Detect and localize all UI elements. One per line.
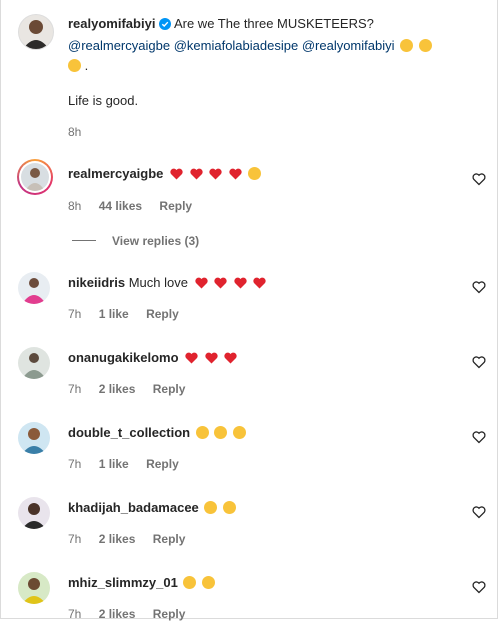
red-heart-icon [234,277,247,292]
like-heart-icon[interactable] [472,505,486,519]
laughing-face-icon [183,576,197,589]
reply-button[interactable]: Reply [159,199,192,213]
red-heart-icon [194,277,208,292]
avatar[interactable] [17,159,53,195]
avatar[interactable] [18,272,50,304]
view-replies-line [72,240,96,241]
mention-link[interactable]: @realmercyaigbe [68,38,170,53]
red-heart-icon [209,168,222,183]
comment-item: mhiz_slimmzy_01 7h 2 likes Reply [0,562,498,621]
comment-item: double_t_collection 7h 1 like Reply [0,412,498,482]
caption-period: . [84,58,89,73]
likes-count[interactable]: 1 like [99,307,129,321]
comment-username[interactable]: khadijah_badamacee [68,500,199,515]
mention-link[interactable]: @kemiafolabiadesipe [174,38,299,53]
comment-time: 7h [68,532,82,546]
avatar[interactable] [18,422,50,454]
post-time: 8h [68,125,82,139]
comment-text: Much love [128,275,188,290]
heart-eyes-face-icon [195,426,209,439]
avatar[interactable] [18,14,54,50]
heart-eyes-face-icon [232,426,246,439]
reply-button[interactable]: Reply [153,607,186,621]
red-heart-icon [224,352,238,367]
reply-button[interactable]: Reply [153,382,186,396]
comment-username[interactable]: realmercyaigbe [68,166,163,181]
reply-button[interactable]: Reply [153,532,186,546]
likes-count[interactable]: 1 like [99,457,129,471]
heart-eyes-face-icon [204,501,218,514]
rofl-emoji [400,39,414,52]
reply-button[interactable]: Reply [146,457,179,471]
comment-item: onanugakikelomo 7h 2 likes Reply [0,337,498,407]
comment-time: 7h [68,307,82,321]
red-heart-icon [253,277,267,292]
like-heart-icon[interactable] [472,355,486,369]
comment-username[interactable]: mhiz_slimmzy_01 [68,575,178,590]
caption-text: Are we The three MUSKETEERS? [173,16,374,31]
comment-item: khadijah_badamacee 7h 2 likes Reply [0,487,498,557]
post-username[interactable]: realyomifabiyi [68,16,155,31]
heart-eyes-face-icon [214,426,228,439]
like-heart-icon[interactable] [472,580,486,594]
verified-badge-icon [159,18,172,33]
comment-item: realmercyaigbe 8h 44 likes Reply View re… [0,150,498,250]
comment-time: 7h [68,382,82,396]
avatar[interactable] [18,572,50,604]
red-heart-icon [205,352,218,367]
reply-button[interactable]: Reply [146,307,179,321]
red-heart-icon [229,168,242,183]
red-heart-icon [185,352,198,367]
like-heart-icon[interactable] [472,430,486,444]
comment-username[interactable]: onanugakikelomo [68,350,179,365]
comment-time: 7h [68,457,82,471]
like-heart-icon[interactable] [472,172,486,186]
comment-username[interactable]: nikeiidris [68,275,125,290]
comment-time: 7h [68,607,82,621]
rofl-emoji [68,59,81,72]
red-heart-icon [190,168,203,183]
comment-item: nikeiidris Much love 7h 1 like Reply [0,262,498,332]
mention-link[interactable]: @realyomifabiyi [302,38,395,53]
heart-eyes-face-icon [223,501,237,514]
likes-count[interactable]: 2 likes [99,532,136,546]
rofl-emoji [418,39,432,52]
red-heart-icon [170,168,183,183]
caption-line: Life is good. [68,93,139,108]
comment-username[interactable]: double_t_collection [68,425,190,440]
laughing-face-icon [247,167,261,180]
view-replies-button[interactable]: View replies (3) [112,234,199,248]
likes-count[interactable]: 2 likes [99,607,136,621]
laughing-face-icon [202,576,216,589]
like-heart-icon[interactable] [472,280,486,294]
comment-time: 8h [68,199,82,213]
post-caption: realyomifabiyi Are we The three MUSKETEE… [0,0,498,145]
likes-count[interactable]: 2 likes [99,382,136,396]
likes-count[interactable]: 44 likes [99,199,142,213]
avatar[interactable] [18,347,50,379]
avatar[interactable] [18,497,50,529]
red-heart-icon [214,277,227,292]
